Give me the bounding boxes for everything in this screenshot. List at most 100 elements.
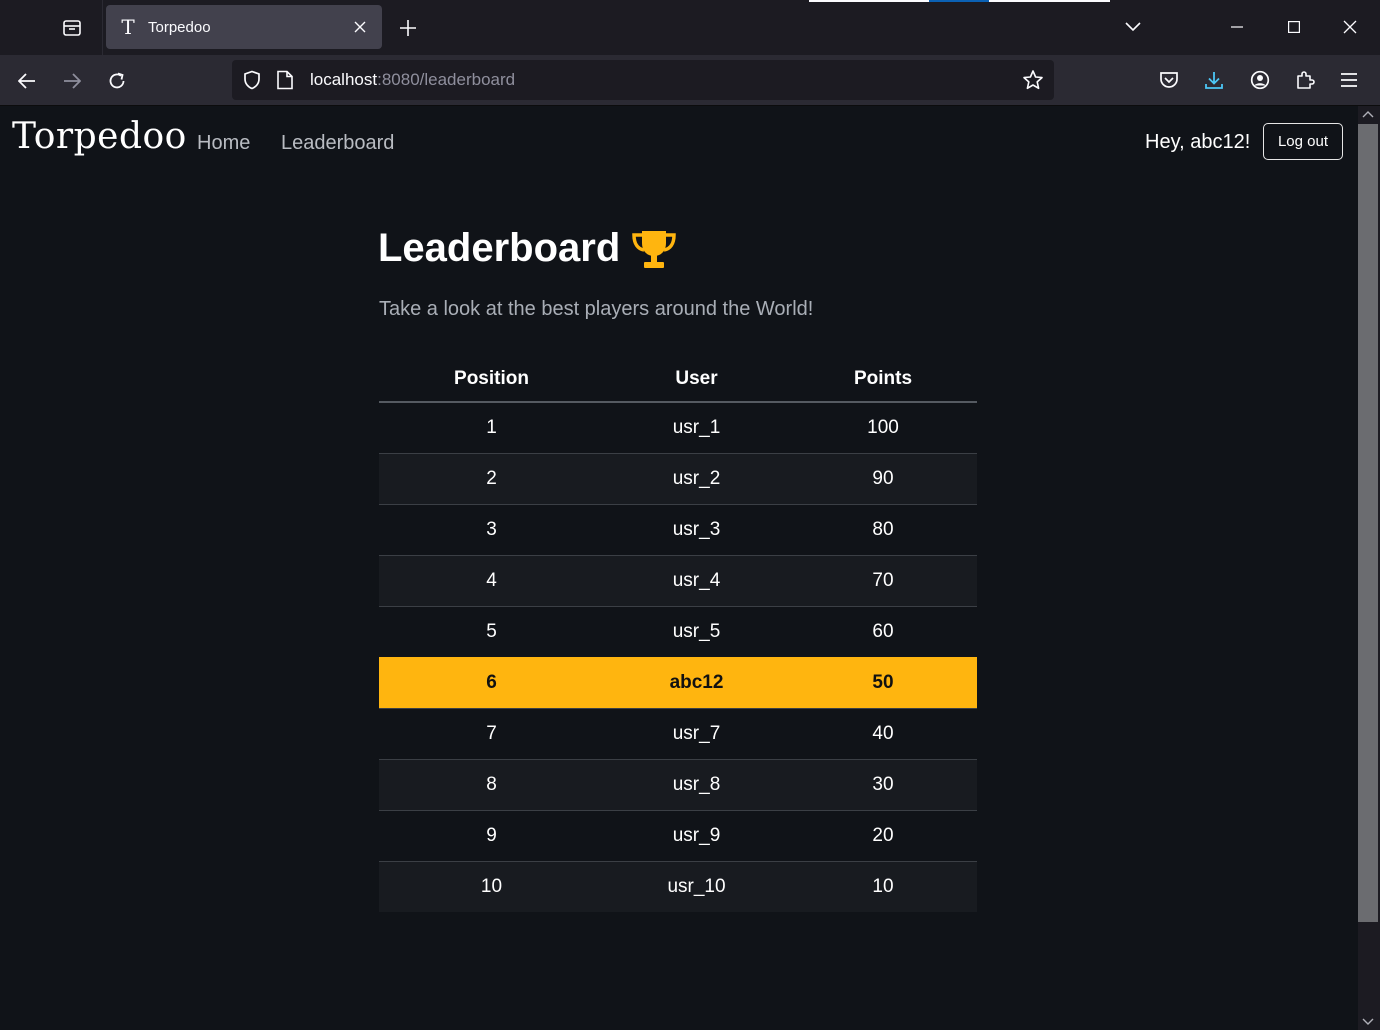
cell-user: usr_4 [604, 554, 789, 606]
table-row: 5 usr_5 60 [379, 605, 977, 657]
shield-icon[interactable] [242, 70, 262, 90]
cell-position: 7 [379, 707, 604, 759]
pocket-button[interactable] [1155, 66, 1183, 94]
forward-button[interactable] [56, 65, 88, 97]
bookmark-star-icon[interactable] [1022, 69, 1044, 91]
leaderboard-table: Position User Points 1 usr_1 100 2 usr_2… [379, 356, 977, 912]
tab-close-button[interactable] [350, 17, 370, 37]
account-button[interactable] [1246, 66, 1274, 94]
puzzle-icon [1297, 71, 1315, 89]
trophy-icon [632, 230, 677, 268]
page-content: Torpedoo Home Leaderboard Hey, abc12! Lo… [0, 106, 1358, 1030]
cell-user: usr_9 [604, 809, 789, 861]
scroll-down-arrow-icon[interactable] [1362, 1018, 1374, 1026]
cell-position: 8 [379, 758, 604, 810]
table-header-row: Position User Points [379, 356, 977, 403]
back-button[interactable] [11, 65, 43, 97]
downloads-button[interactable] [1200, 66, 1228, 94]
chevron-down-icon [1125, 22, 1141, 32]
menu-button[interactable] [1335, 66, 1363, 94]
table-row: 8 usr_8 30 [379, 758, 977, 810]
table-row: 7 usr_7 40 [379, 707, 977, 759]
table-row: 1 usr_1 100 [379, 402, 977, 453]
cell-user: usr_5 [604, 605, 789, 657]
plus-icon [400, 20, 416, 36]
cell-points: 100 [789, 402, 977, 453]
scrollbar-thumb[interactable] [1358, 124, 1378, 922]
nav-link-leaderboard[interactable]: Leaderboard [281, 132, 394, 155]
cell-position: 1 [379, 402, 604, 453]
page-subtitle: Take a look at the best players around t… [379, 298, 814, 320]
cell-user: usr_8 [604, 758, 789, 810]
url-host: localhost [310, 70, 378, 89]
cell-position: 2 [379, 452, 604, 504]
tab-strip-indicator [809, 0, 929, 2]
cell-points: 40 [789, 707, 977, 759]
cell-position: 3 [379, 503, 604, 555]
table-row: 3 usr_3 80 [379, 503, 977, 555]
download-icon [1205, 72, 1223, 89]
cell-points: 20 [789, 809, 977, 861]
arrow-right-icon [64, 73, 81, 89]
cell-points: 10 [789, 860, 977, 912]
cell-user: abc12 [604, 656, 789, 708]
cell-points: 70 [789, 554, 977, 606]
site-brand[interactable]: Torpedoo [12, 116, 187, 157]
minimize-button[interactable] [1222, 12, 1252, 42]
extensions-button[interactable] [1291, 66, 1319, 94]
arrow-left-icon [18, 73, 35, 89]
table-row: 9 usr_9 20 [379, 809, 977, 861]
new-tab-button[interactable] [394, 14, 422, 42]
cell-position: 4 [379, 554, 604, 606]
table-row: 4 usr_4 70 [379, 554, 977, 606]
url-text[interactable]: localhost:8080/leaderboard [310, 70, 515, 90]
cell-points: 80 [789, 503, 977, 555]
column-header-position: Position [379, 356, 604, 403]
page-info-icon[interactable] [276, 70, 294, 90]
reload-icon [109, 72, 125, 89]
list-all-tabs-button[interactable] [1118, 12, 1148, 42]
table-row: 10 usr_10 10 [379, 860, 977, 912]
user-greeting: Hey, abc12! [1145, 131, 1251, 153]
url-bar[interactable]: localhost:8080/leaderboard [232, 60, 1054, 100]
cell-user: usr_7 [604, 707, 789, 759]
cell-points: 30 [789, 758, 977, 810]
tab-divider [102, 0, 103, 55]
tab-title: Torpedoo [148, 18, 211, 36]
cell-points: 90 [789, 452, 977, 504]
cell-user: usr_2 [604, 452, 789, 504]
hamburger-menu-icon [1341, 73, 1357, 87]
tab-favicon-icon: T [121, 15, 135, 39]
close-window-button[interactable] [1335, 12, 1365, 42]
page-scrollbar[interactable] [1358, 106, 1380, 1030]
tab-strip-indicator [989, 0, 1110, 2]
tab-active[interactable]: T Torpedoo [106, 5, 382, 49]
minimize-icon [1231, 26, 1243, 28]
cell-user: usr_1 [604, 402, 789, 453]
maximize-button[interactable] [1279, 12, 1309, 42]
firefox-view-icon [63, 20, 81, 36]
tab-strip: T Torpedoo [0, 0, 1380, 55]
reload-button[interactable] [101, 65, 133, 97]
column-header-user: User [604, 356, 789, 403]
firefox-view-button[interactable] [58, 14, 86, 42]
cell-points: 60 [789, 605, 977, 657]
page-heading: Leaderboard [378, 226, 678, 271]
page-title: Leaderboard [378, 226, 621, 270]
close-icon [1343, 20, 1357, 34]
navigation-toolbar: localhost:8080/leaderboard [0, 55, 1380, 106]
cell-position: 9 [379, 809, 604, 861]
cell-position: 6 [379, 656, 604, 708]
cell-position: 5 [379, 605, 604, 657]
column-header-points: Points [789, 356, 977, 403]
account-icon [1250, 70, 1270, 90]
tab-strip-indicator [929, 0, 989, 2]
maximize-icon [1288, 21, 1300, 33]
cell-user: usr_3 [604, 503, 789, 555]
scroll-up-arrow-icon[interactable] [1362, 110, 1374, 118]
nav-link-home[interactable]: Home [197, 132, 250, 155]
table-row: 2 usr_2 90 [379, 452, 977, 504]
log-out-button[interactable]: Log out [1263, 123, 1343, 160]
cell-position: 10 [379, 860, 604, 912]
pocket-icon [1160, 72, 1178, 88]
